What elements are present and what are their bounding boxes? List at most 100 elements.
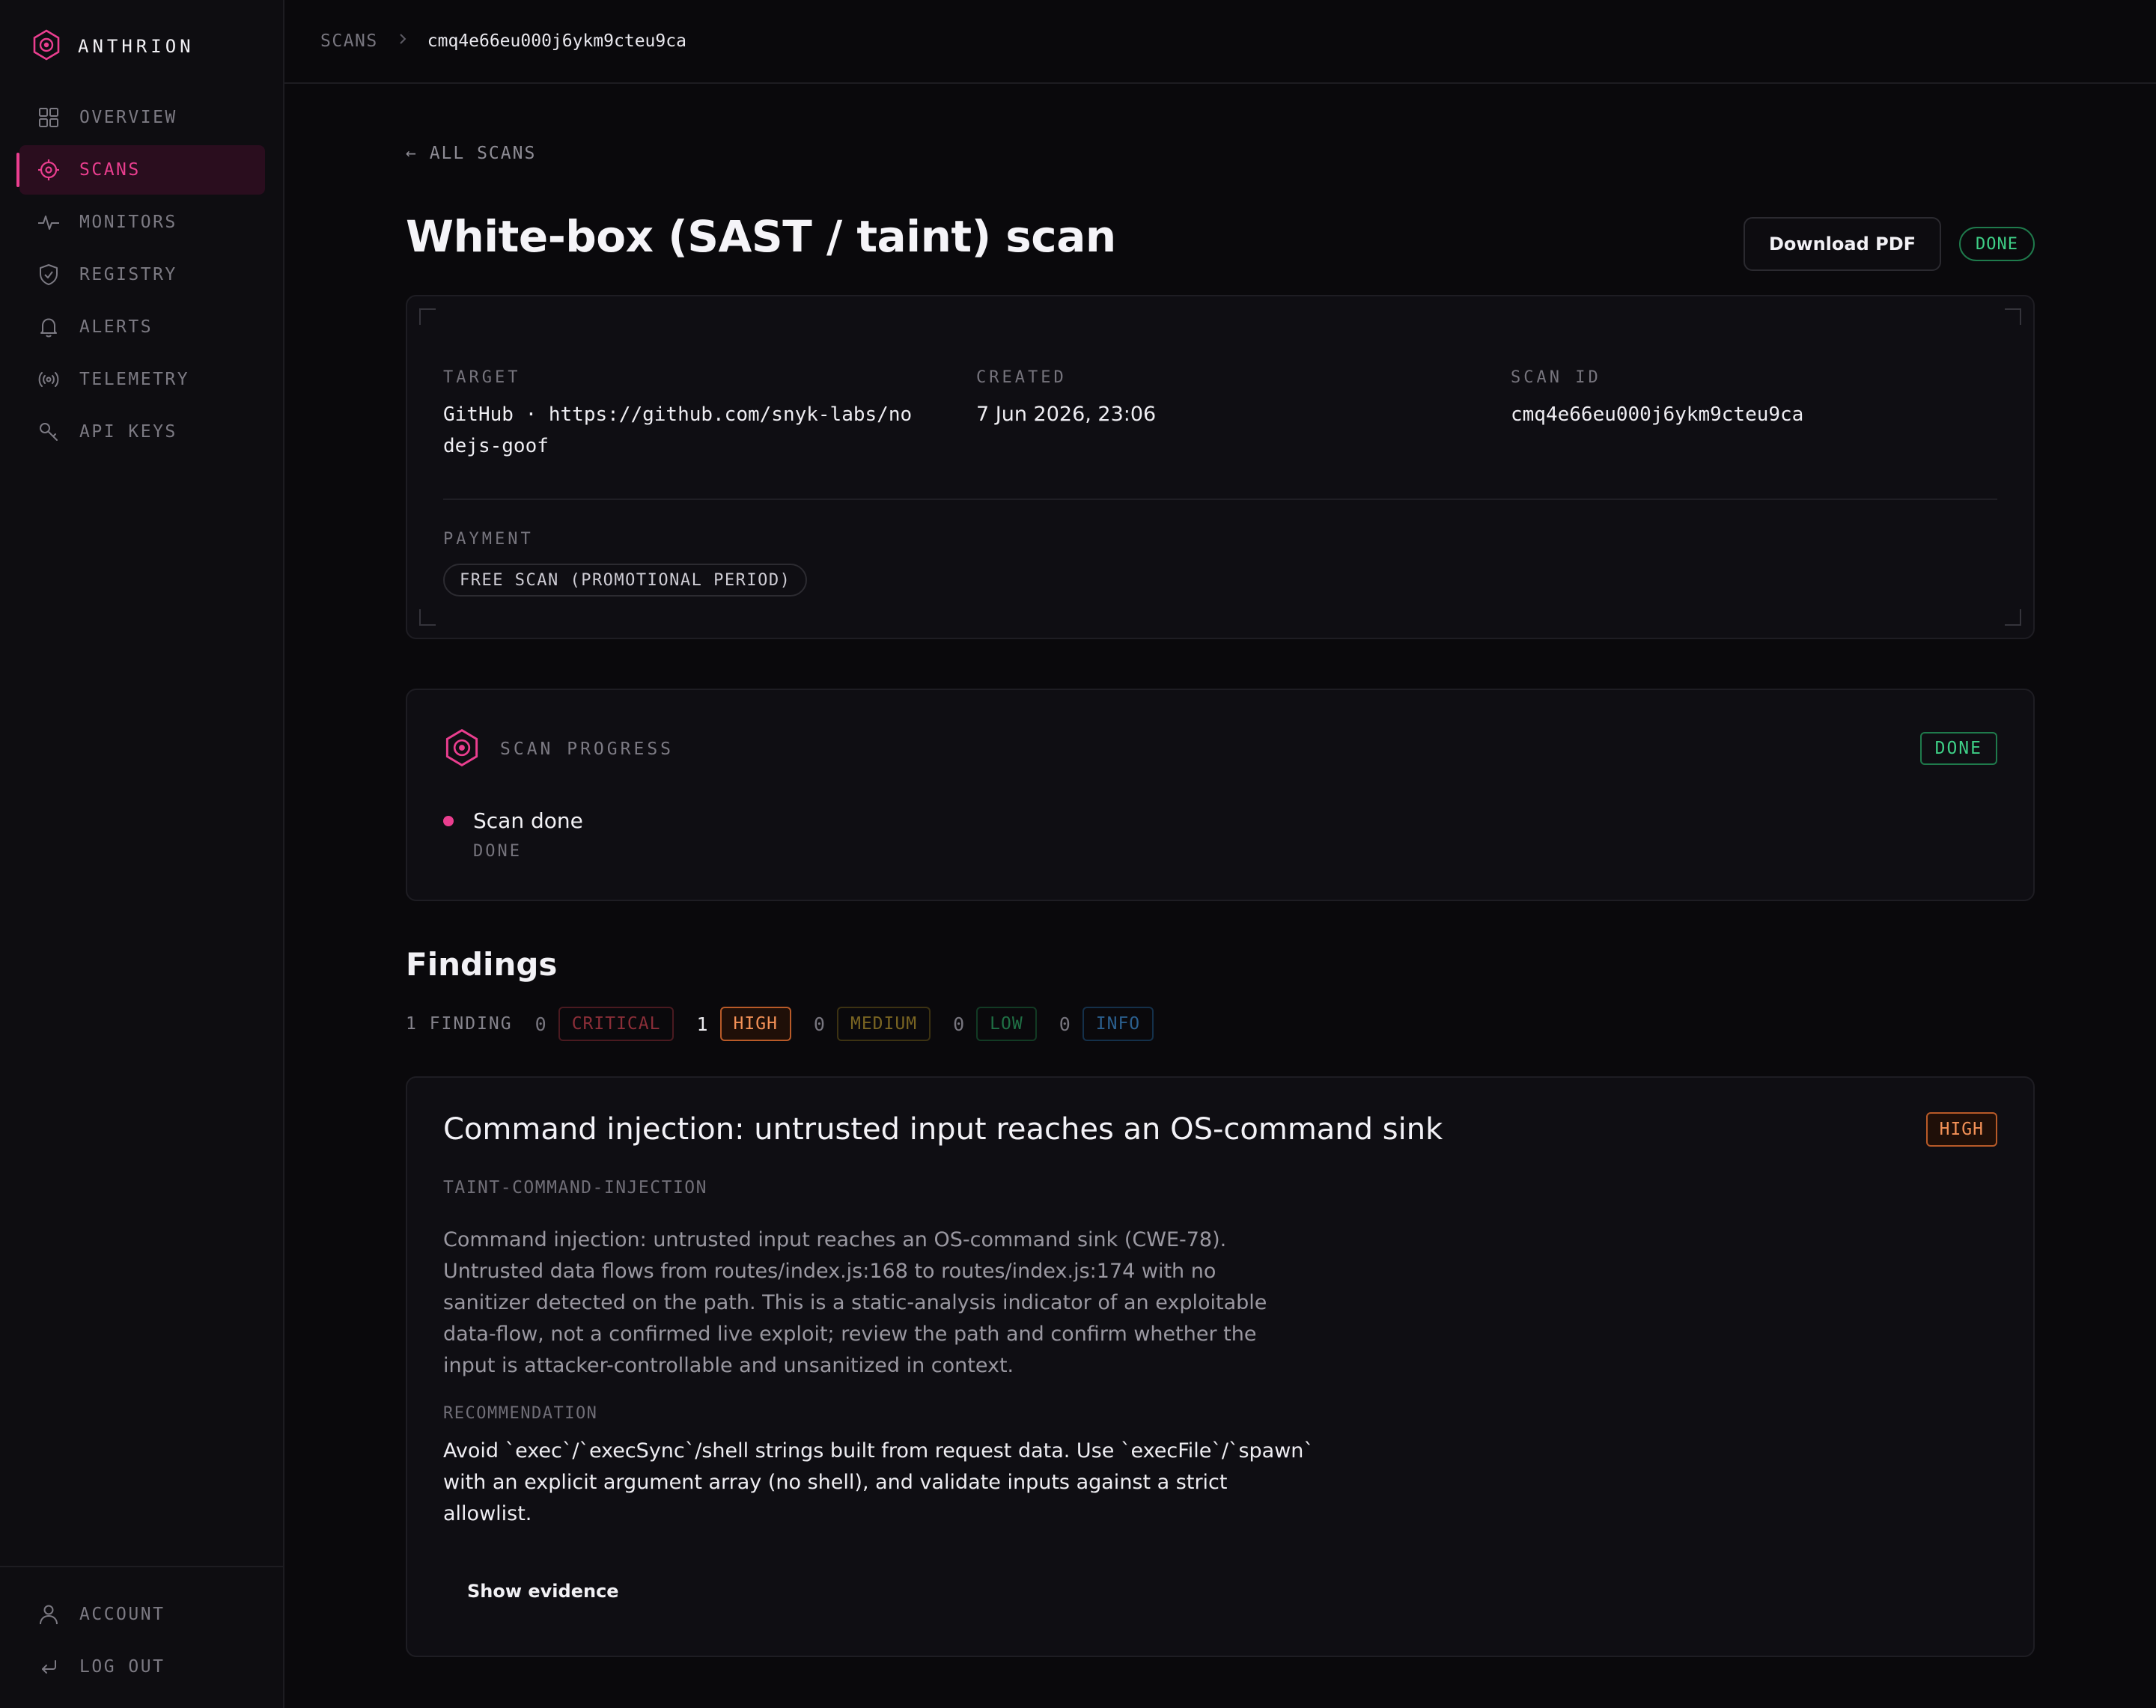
sidebar-item-registry[interactable]: REGISTRY xyxy=(19,250,265,299)
corner-decoration xyxy=(419,308,436,325)
target-value-line: dejs-goof xyxy=(443,435,549,457)
description-line: data-flow, not a confirmed live exploit;… xyxy=(443,1323,1257,1346)
step-indicator xyxy=(443,815,454,826)
pulse-icon xyxy=(37,211,60,234)
low-count: 0 xyxy=(953,1013,965,1035)
recommendation-text: Avoid `exec`/`execSync`/shell strings bu… xyxy=(443,1436,1342,1530)
page-title: White-box (SAST / taint) scan xyxy=(406,211,1116,262)
corner-decoration xyxy=(419,609,436,626)
scan-id-label: SCAN ID xyxy=(1511,368,1601,387)
findings-total: 1 FINDING xyxy=(406,1014,513,1034)
download-pdf-button[interactable]: Download PDF xyxy=(1743,217,1942,271)
recommendation-line: Avoid `exec`/`execSync`/shell strings bu… xyxy=(443,1439,1314,1463)
brand-logo-icon xyxy=(31,28,61,64)
title-actions: Download PDF DONE xyxy=(1743,217,2035,271)
corner-decoration xyxy=(2005,609,2021,626)
divider xyxy=(443,498,1997,500)
sidebar-item-alerts[interactable]: ALERTS xyxy=(19,302,265,352)
created-label: CREATED xyxy=(976,368,1067,387)
key-icon xyxy=(37,421,60,443)
user-icon xyxy=(37,1603,60,1626)
scan-meta-card: TARGET GitHub · https://github.com/snyk-… xyxy=(406,295,2035,639)
sidebar-footer: ACCOUNT LOG OUT xyxy=(0,1566,284,1708)
sidebar-item-scans[interactable]: SCANS xyxy=(16,145,265,195)
finding-card: Command injection: untrusted input reach… xyxy=(406,1076,2035,1657)
progress-label: SCAN PROGRESS xyxy=(500,739,674,759)
sidebar-item-label: REGISTRY xyxy=(79,265,177,284)
description-line: Command injection: untrusted input reach… xyxy=(443,1228,1227,1251)
sidebar-item-logout[interactable]: LOG OUT xyxy=(19,1642,265,1692)
severity-badge: HIGH xyxy=(1925,1112,1997,1147)
created-value: 7 Jun 2026, 23:06 xyxy=(976,403,1157,426)
sidebar-item-overview[interactable]: OVERVIEW xyxy=(19,93,265,142)
target-value-line: GitHub · https://github.com/snyk-labs/no xyxy=(443,403,913,426)
sidebar-item-label: SCANS xyxy=(79,160,141,180)
filter-info[interactable]: INFO xyxy=(1082,1007,1154,1041)
payment-badge: FREE SCAN (PROMOTIONAL PERIOD) xyxy=(443,564,808,597)
sidebar-item-label: MONITORS xyxy=(79,213,177,232)
show-evidence-button[interactable]: Show evidence xyxy=(467,1581,619,1602)
filter-critical[interactable]: CRITICAL xyxy=(558,1007,674,1041)
breadcrumb-current: cmq4e66eu000j6ykm9cteu9ca xyxy=(427,31,686,51)
sidebar-item-monitors[interactable]: MONITORS xyxy=(19,198,265,247)
sidebar-item-label: API KEYS xyxy=(79,422,177,442)
breadcrumb-scans-link[interactable]: SCANS xyxy=(320,31,378,51)
brand[interactable]: ANTHRION xyxy=(31,28,195,64)
info-count: 0 xyxy=(1059,1013,1071,1035)
sidebar-item-label: OVERVIEW xyxy=(79,108,177,127)
bell-icon xyxy=(37,316,60,338)
findings-heading: Findings xyxy=(406,946,558,983)
logout-icon xyxy=(37,1656,60,1678)
sidebar: ANTHRION OVERVIEW SCANS MONITORS REGISTR… xyxy=(0,0,284,1708)
broadcast-icon xyxy=(37,368,60,391)
progress-header: SCAN PROGRESS xyxy=(443,728,674,771)
brand-name: ANTHRION xyxy=(78,36,195,57)
sidebar-item-label: ALERTS xyxy=(79,317,153,337)
filter-low[interactable]: LOW xyxy=(976,1007,1037,1041)
crosshair-icon xyxy=(37,159,60,181)
target-field: TARGET GitHub · https://github.com/snyk-… xyxy=(443,368,912,462)
status-badge: DONE xyxy=(1959,227,2035,261)
critical-count: 0 xyxy=(535,1013,546,1035)
progress-status-badge: DONE xyxy=(1919,732,1997,765)
progress-step: Scan done DONE xyxy=(443,808,583,861)
created-field: CREATED 7 Jun 2026, 23:06 xyxy=(976,368,1156,430)
target-label: TARGET xyxy=(443,368,521,387)
all-scans-link[interactable]: ← ALL SCANS xyxy=(406,144,536,163)
finding-description: Command injection: untrusted input reach… xyxy=(443,1224,1342,1382)
target-value: GitHub · https://github.com/snyk-labs/no… xyxy=(443,399,912,462)
finding-title: Command injection: untrusted input reach… xyxy=(443,1112,1443,1147)
high-count: 1 xyxy=(696,1013,708,1035)
sidebar-item-label: LOG OUT xyxy=(79,1657,165,1677)
chevron-right-icon xyxy=(398,31,408,51)
scan-id-field: SCAN ID cmq4e66eu000j6ykm9cteu9ca xyxy=(1511,368,1803,430)
scan-id-value[interactable]: cmq4e66eu000j6ykm9cteu9ca xyxy=(1511,399,1803,430)
payment-field: PAYMENT FREE SCAN (PROMOTIONAL PERIOD) xyxy=(443,530,808,597)
medium-count: 0 xyxy=(813,1013,825,1035)
corner-decoration xyxy=(2005,308,2021,325)
findings-summary: 1 FINDING 0 CRITICAL 1 HIGH 0 MEDIUM 0 L… xyxy=(406,1006,1176,1042)
sidebar-item-api-keys[interactable]: API KEYS xyxy=(19,407,265,457)
filter-medium[interactable]: MEDIUM xyxy=(836,1007,931,1041)
sidebar-item-label: ACCOUNT xyxy=(79,1605,165,1624)
payment-label: PAYMENT xyxy=(443,530,534,549)
sidebar-item-telemetry[interactable]: TELEMETRY xyxy=(19,355,265,404)
description-line: sanitizer detected on the path. This is … xyxy=(443,1291,1267,1314)
recommendation-line: allowlist. xyxy=(443,1502,532,1525)
recommendation-line: with an explicit argument array (no shel… xyxy=(443,1471,1228,1494)
description-line: Untrusted data flows from routes/index.j… xyxy=(443,1260,1216,1283)
filter-high[interactable]: HIGH xyxy=(719,1007,791,1041)
step-title: Scan done xyxy=(473,808,583,833)
app-root: ANTHRION OVERVIEW SCANS MONITORS REGISTR… xyxy=(0,0,2156,1708)
description-line: input is attacker-controllable and unsan… xyxy=(443,1354,1014,1377)
scan-progress-card: SCAN PROGRESS DONE Scan done DONE xyxy=(406,689,2035,901)
grid-icon xyxy=(37,106,60,129)
step-status: DONE xyxy=(473,842,522,861)
scan-logo-icon xyxy=(443,728,481,771)
shield-icon xyxy=(37,263,60,286)
sidebar-nav: OVERVIEW SCANS MONITORS REGISTRY ALERTS … xyxy=(0,93,284,460)
recommendation-label: RECOMMENDATION xyxy=(443,1404,598,1423)
sidebar-item-account[interactable]: ACCOUNT xyxy=(19,1590,265,1639)
breadcrumb: SCANS cmq4e66eu000j6ykm9cteu9ca xyxy=(284,0,2156,84)
sidebar-item-label: TELEMETRY xyxy=(79,370,190,389)
